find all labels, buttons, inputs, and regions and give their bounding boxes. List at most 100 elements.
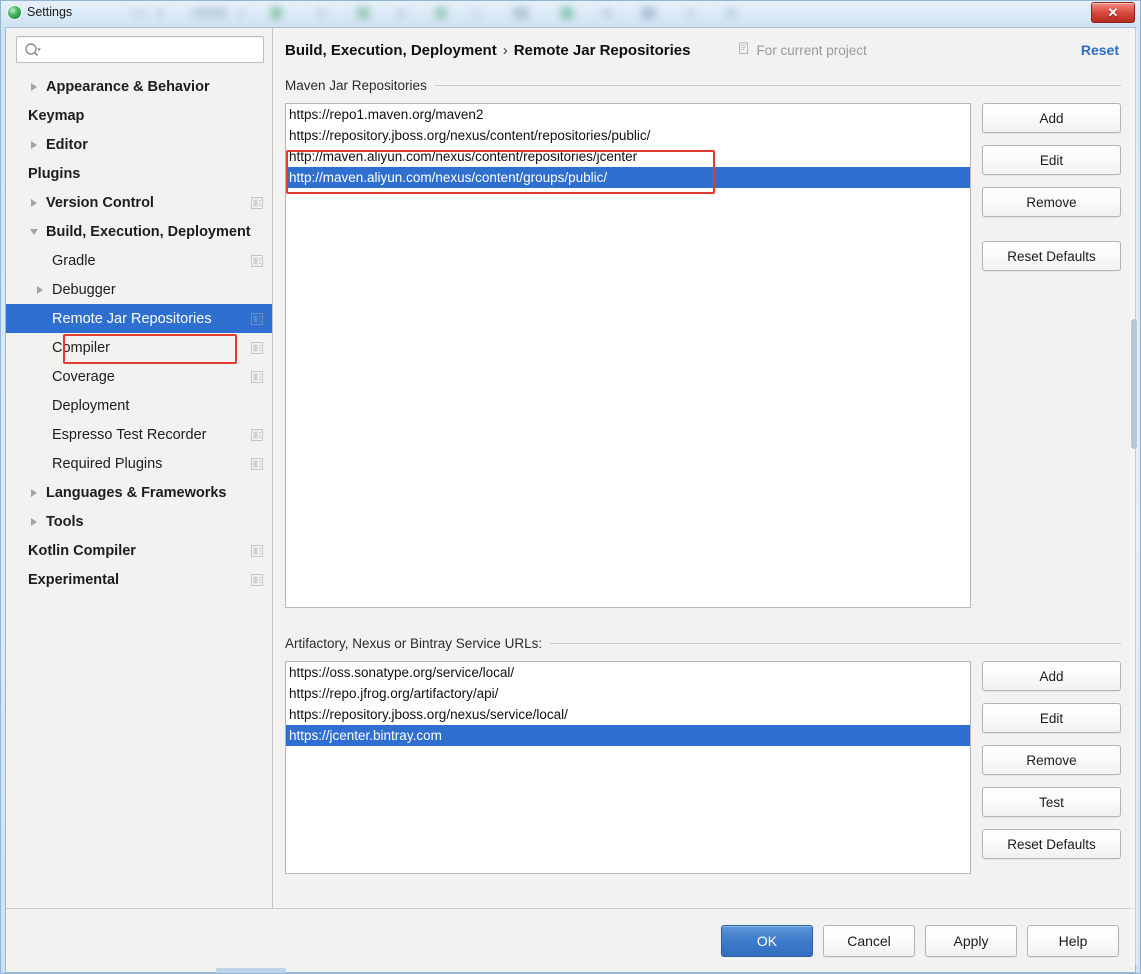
help-button[interactable]: Help (1027, 924, 1119, 957)
close-icon[interactable]: ✕ (1091, 2, 1135, 23)
sidebar-item-debugger[interactable]: Debugger (6, 275, 272, 304)
list-item[interactable]: https://repo1.maven.org/maven2 (286, 104, 970, 125)
main-split: Appearance & Behavior Keymap Editor Plugins… (6, 28, 1135, 908)
sidebar-item-label: Compiler (52, 339, 111, 356)
intellij-logo-icon (8, 5, 21, 19)
dialog-footer: OK Cancel Apply Help (6, 908, 1135, 972)
maven-section-title: Maven Jar Repositories (285, 77, 427, 93)
list-item[interactable]: http://maven.aliyun.com/nexus/content/gr… (286, 167, 970, 188)
service-list-row: https://oss.sonatype.org/service/local/h… (285, 661, 1121, 874)
section-divider-line (550, 642, 1121, 644)
list-item[interactable]: https://repository.jboss.org/nexus/conte… (286, 125, 970, 146)
ok-button[interactable]: OK (721, 924, 813, 957)
list-item[interactable]: https://repo.jfrog.org/artifactory/api/ (286, 683, 970, 704)
search-container (6, 28, 272, 69)
taskbar-edge-decoration (216, 968, 286, 973)
breadcrumb-row: Build, Execution, Deployment › Remote Jar … (285, 28, 1121, 72)
list-item[interactable]: https://oss.sonatype.org/service/local/ (286, 662, 970, 683)
add-button-maven[interactable]: Add (982, 103, 1121, 133)
sidebar-item-gradle[interactable]: Gradle (6, 246, 272, 275)
sidebar-item-plugins[interactable]: Plugins (6, 159, 272, 188)
maven-section-header: Maven Jar Repositories (285, 72, 1121, 98)
scrollbar-thumb[interactable] (1131, 319, 1137, 449)
sidebar-item-label: Build, Execution, Deployment (46, 223, 251, 240)
sidebar-item-editor[interactable]: Editor (6, 130, 272, 159)
service-section-header: Artifactory, Nexus or Bintray Service UR… (285, 630, 1121, 656)
maven-button-column: Add Edit Remove Reset Defaults (982, 103, 1121, 271)
sidebar-item-label: Required Plugins (52, 455, 163, 472)
search-icon (24, 42, 42, 58)
test-button-service[interactable]: Test (982, 787, 1121, 817)
breadcrumb: Build, Execution, Deployment › Remote Jar … (285, 42, 690, 59)
settings-sidebar: Appearance & Behavior Keymap Editor Plugins… (6, 28, 273, 908)
sidebar-item-version-control[interactable]: Version Control (6, 188, 272, 217)
settings-tree: Appearance & Behavior Keymap Editor Plugins… (6, 69, 272, 908)
sidebar-item-label: Gradle (52, 252, 96, 269)
reset-defaults-button-service[interactable]: Reset Defaults (982, 829, 1121, 859)
sidebar-item-compiler[interactable]: Compiler (6, 333, 272, 362)
maven-list-items: https://repo1.maven.org/maven2 https://re… (286, 104, 970, 188)
service-urls-list[interactable]: https://oss.sonatype.org/service/local/h… (285, 661, 971, 874)
sidebar-item-coverage[interactable]: Coverage (6, 362, 272, 391)
window-scrollbar[interactable] (1130, 29, 1138, 965)
chevron-right-icon[interactable] (28, 81, 40, 93)
project-config-icon (250, 544, 264, 558)
sidebar-item-remote-jar-repositories[interactable]: Remote Jar Repositories (6, 304, 272, 333)
list-item[interactable]: https://repository.jboss.org/nexus/servi… (286, 704, 970, 725)
edit-button-maven[interactable]: Edit (982, 145, 1121, 175)
sidebar-item-keymap[interactable]: Keymap (6, 101, 272, 130)
service-list-items: https://oss.sonatype.org/service/local/h… (286, 662, 970, 746)
sidebar-item-tools[interactable]: Tools (6, 507, 272, 536)
settings-detail-panel: Build, Execution, Deployment › Remote Jar … (273, 28, 1135, 908)
sidebar-item-label: Remote Jar Repositories (52, 310, 212, 327)
list-item[interactable]: https://jcenter.bintray.com (286, 725, 970, 746)
dialog-content: Appearance & Behavior Keymap Editor Plugins… (5, 27, 1136, 973)
sidebar-item-kotlin-compiler[interactable]: Kotlin Compiler (6, 536, 272, 565)
sidebar-item-label: Tools (46, 513, 84, 530)
remove-button-maven[interactable]: Remove (982, 187, 1121, 217)
sidebar-item-label: Plugins (28, 165, 81, 182)
breadcrumb-separator-icon: › (502, 41, 508, 59)
search-input[interactable] (42, 38, 263, 61)
section-divider-line (434, 84, 1121, 86)
project-config-icon (250, 196, 264, 210)
edit-button-service[interactable]: Edit (982, 703, 1121, 733)
project-config-icon (250, 370, 264, 384)
sidebar-item-espresso-test-recorder[interactable]: Espresso Test Recorder (6, 420, 272, 449)
list-item[interactable]: http://maven.aliyun.com/nexus/content/re… (286, 146, 970, 167)
remove-button-service[interactable]: Remove (982, 745, 1121, 775)
apply-button[interactable]: Apply (925, 924, 1017, 957)
chevron-right-icon[interactable] (28, 139, 40, 151)
add-button-service[interactable]: Add (982, 661, 1121, 691)
chevron-right-icon[interactable] (28, 516, 40, 528)
sidebar-item-label: Debugger (52, 281, 116, 298)
reset-link[interactable]: Reset (1081, 42, 1121, 58)
maven-list-row: https://repo1.maven.org/maven2 https://re… (285, 103, 1121, 608)
sidebar-item-label: Version Control (46, 194, 154, 211)
breadcrumb-parent[interactable]: Build, Execution, Deployment (285, 42, 497, 59)
cancel-button[interactable]: Cancel (823, 924, 915, 957)
chevron-right-icon[interactable] (34, 284, 46, 296)
settings-dialog-window: Settings ✕ Appearance & Behavior Keymap … (0, 0, 1141, 974)
search-box[interactable] (16, 36, 264, 63)
project-config-icon (250, 254, 264, 268)
sidebar-item-languages-frameworks[interactable]: Languages & Frameworks (6, 478, 272, 507)
maven-repositories-list[interactable]: https://repo1.maven.org/maven2 https://re… (285, 103, 971, 608)
sidebar-item-label: Espresso Test Recorder (52, 426, 207, 443)
project-config-icon (250, 341, 264, 355)
sidebar-item-label: Editor (46, 136, 88, 153)
chevron-down-icon[interactable] (28, 226, 40, 238)
sidebar-item-deployment[interactable]: Deployment (6, 391, 272, 420)
chevron-right-icon[interactable] (28, 487, 40, 499)
sidebar-item-required-plugins[interactable]: Required Plugins (6, 449, 272, 478)
sidebar-item-build-execution-deployment[interactable]: Build, Execution, Deployment (6, 217, 272, 246)
project-config-icon (250, 457, 264, 471)
window-title: Settings (27, 5, 73, 19)
sidebar-item-label: Languages & Frameworks (46, 484, 227, 501)
chevron-right-icon[interactable] (28, 197, 40, 209)
sidebar-item-experimental[interactable]: Experimental (6, 565, 272, 594)
sidebar-item-label: Appearance & Behavior (46, 78, 210, 95)
sidebar-item-appearance-behavior[interactable]: Appearance & Behavior (6, 72, 272, 101)
reset-defaults-button-maven[interactable]: Reset Defaults (982, 241, 1121, 271)
service-section-title: Artifactory, Nexus or Bintray Service UR… (285, 635, 543, 651)
